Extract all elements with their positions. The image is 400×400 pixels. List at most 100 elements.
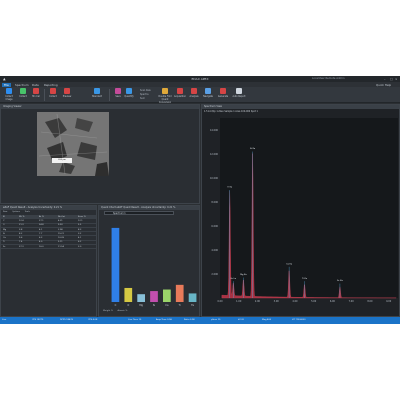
peak-label: Ti Ka bbox=[302, 278, 308, 280]
bar-fe[interactable] bbox=[188, 293, 197, 302]
bar-label: Si bbox=[153, 304, 156, 307]
table-row[interactable]: Fe 37.3 16.0 11.54 3.0 bbox=[1, 245, 96, 250]
bar-label: O bbox=[127, 304, 129, 307]
panel-header: Imaging Viewer bbox=[1, 105, 199, 109]
acquisition-icon bbox=[177, 88, 183, 95]
tools-button[interactable]: Tools bbox=[25, 211, 30, 213]
quantify-icon bbox=[126, 88, 132, 95]
scan-raw-checkbox[interactable]: Scan Raw bbox=[140, 89, 151, 92]
analysis-icon bbox=[191, 88, 197, 95]
column-header: At % bbox=[39, 215, 44, 218]
peak-label: Fe La bbox=[231, 278, 237, 280]
chart-tabs: Weight % Atomic % bbox=[103, 310, 127, 312]
bar-c[interactable] bbox=[111, 227, 120, 302]
panel-header: Quant Chart eZAF Quant Result - Analysis… bbox=[99, 206, 199, 210]
spectrum-plot[interactable]: 14.000 12.000 10.000 8.000 6.000 4.000 2.000 0.… bbox=[202, 114, 400, 314]
sem-micrograph bbox=[37, 112, 109, 176]
bar-mg[interactable] bbox=[137, 294, 145, 302]
auto-report-button[interactable]: Auto Report bbox=[232, 88, 246, 101]
panel-header: Spectrum View bbox=[202, 105, 399, 109]
peak-label: Fe Ka bbox=[337, 280, 343, 282]
peak-label: Si Ka bbox=[250, 148, 256, 150]
x-tick-label: 7.00 bbox=[349, 300, 355, 303]
spectrum-header: 1.5 kcnt/ip 1.2kev Sample 1 Area 100-000… bbox=[204, 110, 258, 113]
x-tick-label: 1.00 bbox=[236, 300, 242, 303]
tab-atomic[interactable]: Atomic % bbox=[118, 310, 128, 312]
bar-o[interactable] bbox=[124, 287, 133, 302]
x-tick-label: 6.00 bbox=[330, 300, 336, 303]
quant-conversion-icon bbox=[162, 88, 168, 95]
ribbon-separator bbox=[44, 89, 45, 101]
minimize-icon[interactable]: – bbox=[384, 77, 387, 81]
x-tick-label: 8.00 bbox=[367, 300, 373, 303]
save-icon bbox=[115, 88, 121, 95]
x-tick-label: 5.00 bbox=[311, 300, 317, 303]
sum-checkbox[interactable]: Sum bbox=[140, 97, 145, 100]
y-tick-label: 2.000 bbox=[211, 273, 218, 276]
navigate-icon bbox=[205, 88, 211, 95]
mn-cal-button[interactable]: Mn Cal bbox=[30, 88, 42, 101]
acquisition-button[interactable]: Acquisition bbox=[174, 88, 186, 101]
application-window: ▲ EDAX APEX LocalUser Remote Admin – □ ×… bbox=[0, 76, 400, 324]
options-button[interactable]: Options bbox=[12, 211, 20, 213]
generate-icon bbox=[220, 88, 226, 95]
results-table: El Wt % At % Net Int Error % C 12.4 27.1 4.… bbox=[1, 215, 96, 250]
x-tick-label: 3.00 bbox=[274, 300, 280, 303]
preview-button[interactable]: Preview bbox=[61, 88, 73, 101]
column-header: Error % bbox=[78, 215, 86, 218]
bar-label: Fe bbox=[191, 304, 194, 307]
y-tick-label: 10.000 bbox=[210, 177, 219, 180]
standard-icon bbox=[94, 88, 100, 95]
preview-icon bbox=[64, 88, 70, 95]
quant-results-panel: eZAF Quant Result - Analysis Uncertainty… bbox=[0, 205, 97, 317]
x-tick-label: 2.00 bbox=[255, 300, 261, 303]
collect-image-button[interactable]: Collect Image bbox=[2, 88, 16, 101]
user-label: LocalUser Remote Admin bbox=[312, 77, 345, 81]
analysis-button[interactable]: Analysis bbox=[188, 88, 200, 101]
scale-bar: 200 µm bbox=[52, 158, 72, 163]
bar-ca[interactable] bbox=[163, 289, 171, 302]
play-icon bbox=[20, 88, 26, 95]
collect-button[interactable]: Collect bbox=[17, 88, 29, 101]
bar-ti[interactable] bbox=[175, 284, 184, 302]
spectra-checkbox[interactable]: Spectra bbox=[140, 93, 148, 96]
x-tick-label: 0.00 bbox=[217, 300, 223, 303]
bar-label: Ca bbox=[165, 304, 169, 307]
y-tick-label: 4.000 bbox=[211, 249, 218, 252]
panel-header: eZAF Quant Result - Analysis Uncertainty… bbox=[1, 206, 96, 210]
double-fold-quant-button[interactable]: Double Fold Quant Conversion bbox=[158, 88, 172, 104]
calibration-icon bbox=[33, 88, 39, 95]
sem-image[interactable] bbox=[37, 112, 109, 176]
row-button[interactable]: Row bbox=[3, 211, 7, 213]
peak-label: Ca Ka bbox=[286, 263, 293, 265]
y-tick-label: 12.000 bbox=[210, 153, 219, 156]
quant-chart-panel: Quant Chart eZAF Quant Result - Analysis… bbox=[98, 205, 200, 317]
collect-spectrum-button[interactable]: Collect bbox=[47, 88, 59, 101]
image-icon bbox=[6, 88, 12, 95]
tab-weight[interactable]: Weight % bbox=[103, 310, 113, 312]
column-header: Wt % bbox=[19, 215, 25, 218]
standard-button[interactable]: Standard bbox=[90, 88, 104, 101]
imaging-viewer-panel: Imaging Viewer 200 µm bbox=[0, 104, 200, 204]
close-icon[interactable]: × bbox=[395, 77, 398, 81]
ribbon-toolbar: Collect Image Collect Mn Cal Collect Pre… bbox=[0, 87, 400, 104]
quantify-button[interactable]: Quantify bbox=[124, 88, 134, 101]
spectrum-selector[interactable]: Spectrum 1 bbox=[104, 211, 174, 215]
y-tick-label: 14.000 bbox=[210, 129, 219, 132]
bar-label: Ti bbox=[179, 304, 181, 307]
bar-si[interactable] bbox=[150, 291, 158, 302]
save-button[interactable]: Save bbox=[113, 88, 123, 101]
y-tick-label: 8.000 bbox=[211, 201, 218, 204]
table-toolbar: Row Options Tools bbox=[3, 211, 30, 213]
generate-button[interactable]: Generate bbox=[216, 88, 230, 101]
maximize-icon[interactable]: □ bbox=[390, 77, 393, 81]
navigate-button[interactable]: Navigate bbox=[202, 88, 214, 101]
plot-area bbox=[220, 118, 398, 298]
bar-label: C bbox=[115, 304, 117, 307]
bar-label: Mg bbox=[139, 304, 143, 307]
peak-label: O Ka bbox=[227, 187, 233, 189]
column-header: Net Int bbox=[58, 215, 66, 218]
spectrum-viewer-panel: Spectrum View 1.5 kcnt/ip 1.2kev Sample … bbox=[201, 104, 400, 317]
ribbon-separator bbox=[109, 89, 110, 101]
y-tick-label: 6.000 bbox=[211, 225, 218, 228]
